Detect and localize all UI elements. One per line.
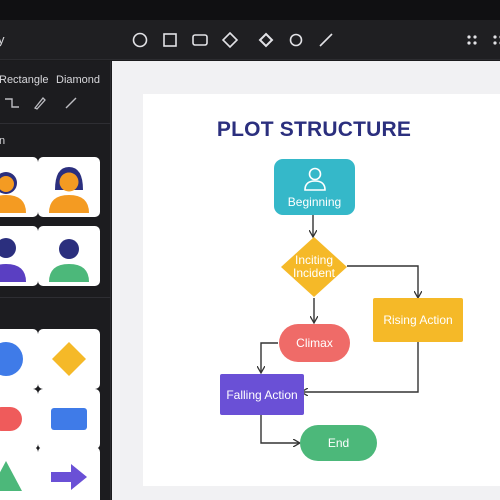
end-node[interactable]: End	[300, 425, 377, 461]
person-orange-tile[interactable]	[0, 157, 38, 217]
climax-node[interactable]: Climax	[279, 324, 350, 362]
inciting-label-line-1: Inciting	[294, 253, 334, 267]
step-line-icon[interactable]	[4, 95, 20, 111]
people-section-label: n	[0, 135, 6, 147]
top-toolbar: y	[0, 20, 500, 60]
dots-grid-icon	[467, 35, 477, 45]
person-green-tile[interactable]	[38, 226, 100, 286]
climax-label: Climax	[296, 336, 333, 350]
rising-action-node[interactable]: Rising Action	[373, 298, 463, 342]
more-icon	[493, 35, 500, 45]
pen-icon[interactable]	[31, 95, 47, 111]
sidebar-divider	[0, 123, 111, 124]
falling-action-node[interactable]: Falling Action	[220, 374, 304, 415]
rounded-rect-icon	[192, 34, 208, 46]
circle-blue-icon	[0, 342, 23, 376]
square-icon	[163, 33, 177, 47]
diamond-filled-icon	[258, 32, 274, 48]
rectangle-tool[interactable]	[158, 28, 182, 52]
person-orange-icon	[0, 172, 26, 213]
inciting-incident-node[interactable]: Inciting Incident	[280, 236, 348, 298]
filled-diamond-tool[interactable]	[254, 28, 278, 52]
person-outline-icon	[303, 167, 326, 191]
rectangle-blue-icon	[51, 408, 87, 430]
circle-small-icon	[289, 33, 303, 47]
falling-action-label: Falling Action	[226, 387, 298, 402]
rectangle-shape-option[interactable]: Rectangle	[0, 74, 49, 86]
person-purple-icon	[0, 238, 26, 282]
shape-sidebar: Rectangle Diamond n	[0, 61, 111, 500]
person-woman-orange-tile[interactable]	[38, 157, 100, 217]
diamond-shape-option[interactable]: Diamond	[56, 74, 100, 86]
rectangle-shape-tile[interactable]	[38, 389, 100, 449]
inciting-label-line-2: Incident	[292, 266, 336, 280]
circle-icon	[132, 32, 148, 48]
person-green-icon	[49, 239, 89, 282]
settings-menu[interactable]	[486, 28, 500, 52]
diamond-icon	[221, 31, 239, 49]
person-woman-orange-icon	[49, 167, 89, 213]
rising-action-label: Rising Action	[383, 313, 453, 327]
end-label: End	[327, 436, 350, 450]
oval-shape-tile[interactable]	[0, 389, 38, 449]
beginning-label: Beginning	[287, 194, 342, 209]
app-window: y Rectangle Diamond n PLOT STRUCTURE Beg…	[0, 0, 500, 500]
small-circle-tool[interactable]	[284, 28, 308, 52]
straight-line-icon[interactable]	[63, 95, 79, 111]
line-tool[interactable]	[314, 28, 338, 52]
triangle-shape-tile[interactable]	[0, 447, 38, 500]
circle-shape-tile[interactable]	[0, 329, 38, 389]
sidebar-divider	[0, 297, 111, 298]
diamond-tool[interactable]	[218, 28, 242, 52]
arrow-shape-tile[interactable]	[38, 447, 100, 500]
diamond-shape-tile[interactable]	[38, 329, 100, 389]
diagram-title[interactable]: PLOT STRUCTURE	[143, 118, 485, 142]
window-top-bar	[0, 0, 500, 20]
rounded-rect-tool[interactable]	[188, 28, 212, 52]
line-icon	[319, 33, 333, 47]
ellipse-tool[interactable]	[128, 28, 152, 52]
inciting-incident-label: Inciting Incident	[293, 254, 335, 280]
beginning-node[interactable]: Beginning	[274, 159, 355, 215]
arrow-purple-icon	[51, 464, 87, 490]
oval-red-icon	[0, 407, 22, 431]
triangle-green-icon	[0, 461, 22, 491]
grid-menu[interactable]	[460, 28, 484, 52]
diamond-yellow-icon	[52, 342, 86, 376]
app-title: y	[0, 32, 5, 47]
person-purple-tile[interactable]	[0, 226, 38, 286]
